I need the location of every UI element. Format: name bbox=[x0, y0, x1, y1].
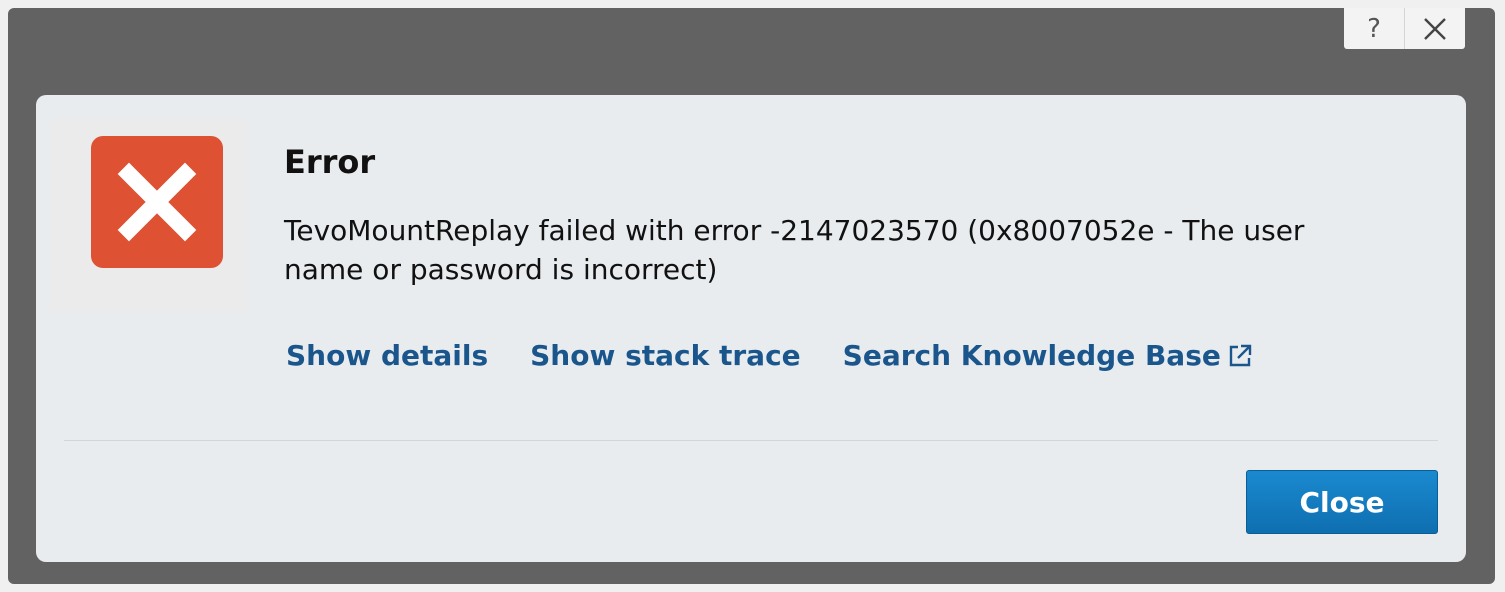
show-details-label: Show details bbox=[286, 339, 489, 372]
divider bbox=[64, 440, 1438, 441]
dialog-window: ? Error TevoMountReplay failed with erro… bbox=[8, 8, 1495, 584]
error-x-icon bbox=[91, 136, 223, 268]
show-stack-trace-label: Show stack trace bbox=[530, 339, 801, 372]
help-button[interactable]: ? bbox=[1344, 8, 1404, 49]
show-details-link[interactable]: Show details bbox=[286, 339, 488, 372]
show-stack-trace-link[interactable]: Show stack trace bbox=[530, 339, 801, 372]
search-knowledge-base-link[interactable]: Search Knowledge Base bbox=[843, 339, 1253, 372]
action-links: Show details Show stack trace Search Kno… bbox=[286, 339, 1295, 372]
dialog-title: Error bbox=[284, 143, 376, 181]
dialog-panel: Error TevoMountReplay failed with error … bbox=[36, 95, 1466, 562]
close-button[interactable]: Close bbox=[1246, 470, 1438, 534]
search-knowledge-base-label: Search Knowledge Base bbox=[842, 339, 1221, 372]
help-icon: ? bbox=[1367, 13, 1381, 44]
external-link-icon bbox=[1227, 343, 1253, 369]
error-message: TevoMountReplay failed with error -21470… bbox=[284, 214, 1305, 286]
window-controls: ? bbox=[1344, 8, 1465, 49]
window-close-button[interactable] bbox=[1404, 8, 1465, 49]
close-icon bbox=[1424, 17, 1446, 40]
